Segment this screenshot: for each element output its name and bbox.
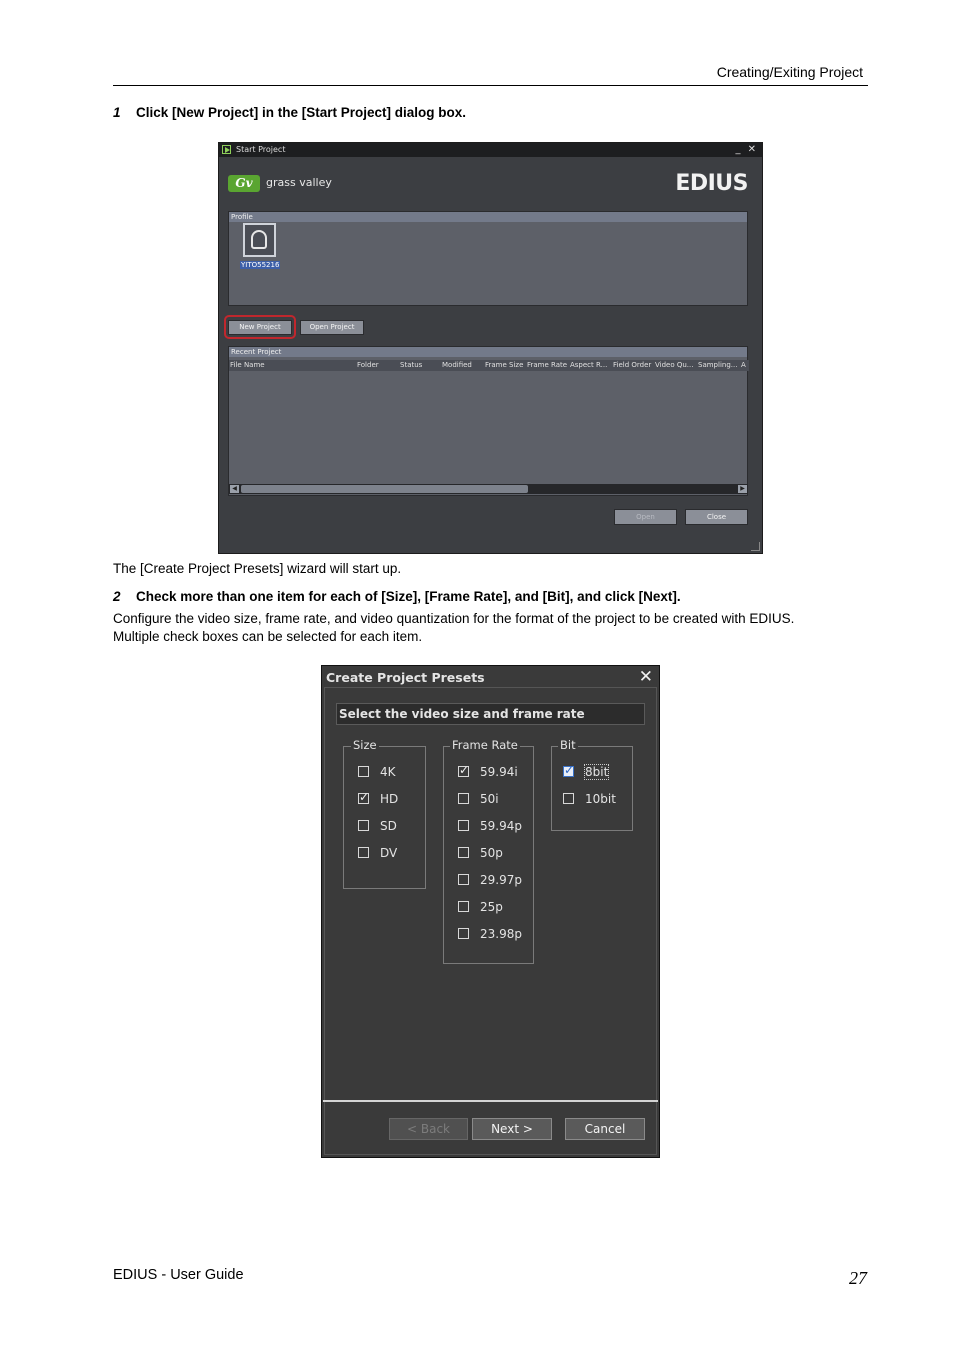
frame-rate-checkbox[interactable]: 59.94i	[458, 763, 518, 781]
bit-group	[551, 746, 633, 831]
checkbox-label: HD	[380, 792, 399, 806]
next-button[interactable]: Next >	[472, 1118, 552, 1140]
checkbox-icon[interactable]	[358, 766, 369, 777]
frame-rate-checkbox[interactable]: 50i	[458, 792, 499, 808]
horizontal-scrollbar[interactable]: ◀ ▶	[229, 484, 748, 494]
resize-grip-icon[interactable]	[751, 542, 760, 551]
column-header[interactable]: Status	[400, 361, 422, 369]
column-header[interactable]: Frame Size	[485, 361, 523, 369]
instruction-banner: Select the video size and frame rate	[336, 703, 645, 725]
column-header[interactable]: Aspect R...	[570, 361, 607, 369]
checkbox-label: 59.94i	[480, 765, 518, 779]
checkbox-icon[interactable]	[458, 820, 469, 831]
bit-8bit-checkbox[interactable]: 8bit	[563, 763, 610, 781]
checkbox-label: 25p	[480, 900, 503, 914]
start-project-screenshot: Start Project _ ✕ Gv grass valley EDIUS …	[218, 142, 763, 554]
column-header[interactable]: Video Qu...	[655, 361, 693, 369]
page-number: 27	[849, 1268, 867, 1288]
checkbox-icon[interactable]	[458, 847, 469, 858]
checkbox-checked-icon[interactable]	[358, 790, 369, 804]
checkbox-label: 29.97p	[480, 873, 522, 887]
grass-valley-logo-icon: Gv	[228, 175, 260, 192]
step-1-number: 1	[113, 105, 121, 120]
checkbox-label: SD	[380, 819, 397, 833]
checkbox-icon[interactable]	[458, 874, 469, 885]
checkbox-checked-icon[interactable]	[563, 763, 574, 777]
checkbox-icon[interactable]	[358, 847, 369, 858]
footer-guide-title: EDIUS - User Guide	[113, 1267, 244, 1283]
open-button[interactable]: Open	[614, 509, 677, 525]
cancel-button[interactable]: Cancel	[565, 1118, 645, 1140]
scroll-left-icon[interactable]: ◀	[230, 485, 239, 493]
checkbox-label: DV	[380, 846, 398, 860]
scroll-right-icon[interactable]: ▶	[738, 485, 747, 493]
create-project-presets-screenshot: Create Project Presets ✕ Select the vide…	[321, 665, 660, 1158]
checkbox-label: 23.98p	[480, 927, 522, 941]
column-header[interactable]: File Name	[230, 361, 265, 369]
step-2-number: 2	[113, 589, 121, 604]
column-header[interactable]: Frame Rate	[527, 361, 567, 369]
grass-valley-brand: grass valley	[266, 176, 332, 189]
edius-logo: EDIUS	[675, 171, 748, 196]
after-step-1-text: The [Create Project Presets] wizard will…	[113, 561, 402, 576]
column-header[interactable]: Field Order	[613, 361, 651, 369]
recent-project-columns: File Name Folder Status Modified Frame S…	[229, 360, 749, 371]
step-2-description-1: Configure the video size, frame rate, an…	[113, 611, 795, 626]
scrollbar-thumb[interactable]	[241, 485, 528, 493]
step-1: 1 Click [New Project] in the [Start Proje…	[113, 105, 466, 120]
frame-rate-checkbox[interactable]: 59.94p	[458, 819, 522, 835]
checkbox-icon[interactable]	[458, 901, 469, 912]
profile-panel: Profile	[228, 211, 748, 306]
checkbox-icon[interactable]	[458, 793, 469, 804]
step-2-description-2: Multiple check boxes can be selected for…	[113, 629, 423, 644]
start-project-title: Start Project	[236, 145, 286, 154]
step-2: 2 Check more than one item for each of [S…	[113, 589, 681, 604]
checkbox-label: 50p	[480, 846, 503, 860]
size-group-label: Size	[351, 738, 379, 752]
back-button[interactable]: < Back	[389, 1118, 468, 1140]
checkbox-icon[interactable]	[458, 928, 469, 939]
size-sd-checkbox[interactable]: SD	[358, 819, 397, 835]
open-project-button[interactable]: Open Project	[300, 320, 364, 335]
recent-project-header: Recent Project	[229, 347, 747, 357]
presets-dialog-title: Create Project Presets	[326, 670, 485, 685]
profile-name[interactable]: YITO55216	[240, 261, 281, 269]
button-separator	[323, 1100, 658, 1102]
checkbox-label: 8bit	[583, 764, 610, 780]
checkbox-label: 4K	[380, 765, 396, 779]
size-4k-checkbox[interactable]: 4K	[358, 765, 396, 781]
checkbox-label: 10bit	[585, 792, 616, 806]
window-controls[interactable]: _ ✕	[735, 143, 758, 157]
column-header[interactable]: Modified	[442, 361, 472, 369]
bit-10bit-checkbox[interactable]: 10bit	[563, 792, 616, 808]
step-2-text: Check more than one item for each of [Si…	[136, 589, 681, 604]
profile-panel-header: Profile	[229, 212, 747, 222]
checkbox-icon[interactable]	[563, 793, 574, 804]
column-header[interactable]: Sampling...	[698, 361, 737, 369]
column-header[interactable]: Folder	[357, 361, 379, 369]
frame-rate-checkbox[interactable]: 25p	[458, 900, 503, 916]
play-icon	[222, 145, 231, 154]
checkbox-label: 50i	[480, 792, 499, 806]
step-1-text: Click [New Project] in the [Start Projec…	[136, 105, 467, 120]
frame-rate-checkbox[interactable]: 50p	[458, 846, 503, 862]
frame-rate-checkbox[interactable]: 23.98p	[458, 927, 522, 943]
checkbox-icon[interactable]	[358, 820, 369, 831]
frame-rate-checkbox[interactable]: 29.97p	[458, 873, 522, 889]
header-rule	[113, 85, 868, 86]
bit-group-label: Bit	[558, 738, 578, 752]
close-icon[interactable]: ✕	[639, 667, 653, 687]
checkbox-label: 59.94p	[480, 819, 522, 833]
size-dv-checkbox[interactable]: DV	[358, 846, 397, 862]
column-header[interactable]: A	[741, 361, 746, 369]
new-project-button[interactable]: New Project	[228, 320, 292, 335]
size-hd-checkbox[interactable]: HD	[358, 790, 399, 808]
header-title: Creating/Exiting Project	[716, 64, 863, 80]
close-button[interactable]: Close	[685, 509, 748, 525]
checkbox-checked-icon[interactable]	[458, 763, 469, 777]
profile-avatar-icon[interactable]	[243, 223, 276, 257]
frame-rate-group-label: Frame Rate	[450, 738, 520, 752]
start-project-titlebar: Start Project _ ✕	[219, 143, 762, 157]
